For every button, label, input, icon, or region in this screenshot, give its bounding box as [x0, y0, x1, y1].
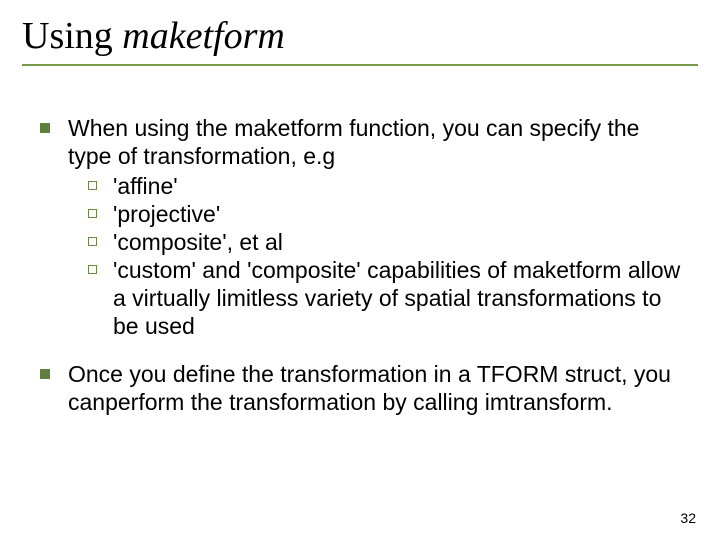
title-wrap: Using maketform [22, 14, 698, 66]
sub-bullet-item: 'custom' and 'composite' capabilities of… [88, 256, 688, 340]
square-bullet-icon [40, 369, 50, 379]
sub-bullet-item: 'affine' [88, 172, 688, 200]
sub-bullet-text: 'affine' [113, 172, 688, 200]
content-area: When using the maketform function, you c… [22, 114, 698, 416]
title-italic: maketform [122, 15, 285, 57]
bullet-text: When using the maketform function, you c… [68, 115, 639, 169]
hollow-square-bullet-icon [88, 265, 97, 274]
hollow-square-bullet-icon [88, 209, 97, 218]
slide-title: Using maketform [22, 14, 698, 58]
sub-bullet-text: 'custom' and 'composite' capabilities of… [113, 256, 688, 340]
bullet-item: When using the maketform function, you c… [40, 114, 688, 340]
bullet-item: Once you define the transformation in a … [40, 360, 688, 416]
sub-bullet-item: 'composite', et al [88, 228, 688, 256]
bullet-text: Once you define the transformation in a … [68, 361, 671, 415]
square-bullet-icon [40, 123, 50, 133]
page-number: 32 [680, 510, 696, 526]
bullet-body: When using the maketform function, you c… [68, 114, 688, 340]
sub-bullet-text: 'projective' [113, 200, 688, 228]
title-prefix: Using [22, 15, 122, 57]
sub-list: 'affine' 'projective' 'composite', et al… [68, 172, 688, 340]
sub-bullet-item: 'projective' [88, 200, 688, 228]
hollow-square-bullet-icon [88, 181, 97, 190]
sub-bullet-text: 'composite', et al [113, 228, 688, 256]
slide: Using maketform When using the maketform… [0, 0, 720, 540]
hollow-square-bullet-icon [88, 237, 97, 246]
bullet-body: Once you define the transformation in a … [68, 360, 688, 416]
